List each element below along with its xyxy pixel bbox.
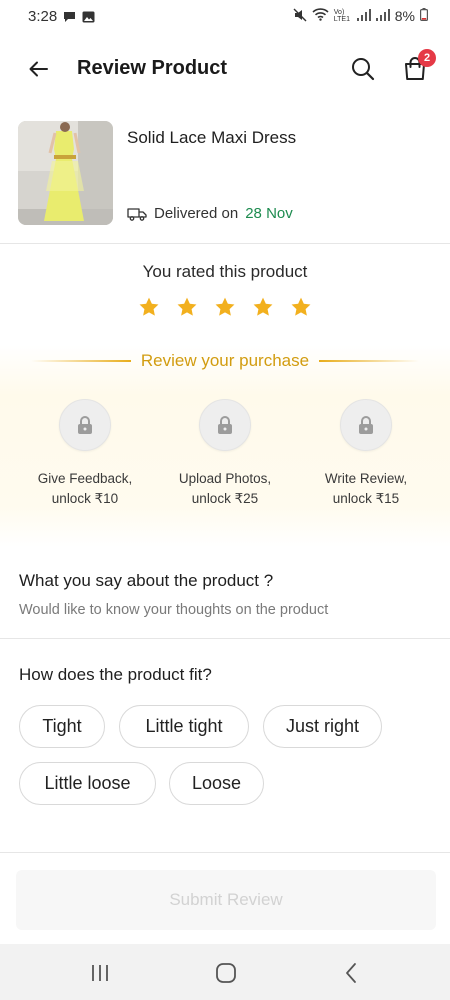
fit-question: How does the product fit?	[19, 665, 212, 684]
fit-option-little-loose[interactable]: Little loose	[19, 762, 156, 805]
star-icon[interactable]	[176, 296, 198, 318]
fit-option-loose[interactable]: Loose	[169, 762, 264, 805]
unlock-feedback-line2: unlock ₹10	[51, 491, 119, 506]
home-button[interactable]	[213, 960, 239, 986]
star-icon[interactable]	[290, 296, 312, 318]
wifi-icon	[312, 8, 329, 24]
unlock-review[interactable]: Write Review, unlock ₹15	[296, 399, 436, 509]
volte-label: Vo) LTE1	[333, 9, 350, 23]
lock-badge	[59, 399, 111, 451]
rating-heading: You rated this product	[142, 262, 308, 281]
unlock-feedback[interactable]: Give Feedback, unlock ₹10	[15, 399, 155, 509]
recent-apps-icon	[92, 965, 108, 981]
lock-badge	[199, 399, 251, 451]
mute-icon	[293, 8, 307, 25]
product-image	[18, 121, 113, 225]
star-icon[interactable]	[214, 296, 236, 318]
review-rewards-header: Review your purchase	[0, 351, 450, 371]
lock-icon	[218, 416, 232, 434]
unlock-photos[interactable]: Upload Photos, unlock ₹25	[155, 399, 295, 509]
unlock-review-line1: Write Review,	[324, 471, 408, 486]
product-name: Solid Lace Maxi Dress	[127, 128, 297, 147]
delivery-truck-icon	[127, 207, 147, 221]
delivered-label: Delivered on	[154, 205, 239, 222]
lock-icon	[78, 416, 92, 434]
image-notification-icon	[82, 10, 95, 23]
divider-line	[319, 360, 420, 362]
recent-apps-button[interactable]	[87, 960, 113, 986]
review-rewards-section: Review your purchase Give Feedback, unlo…	[0, 345, 450, 547]
unlock-feedback-line1: Give Feedback,	[37, 471, 133, 486]
fit-option-little-tight[interactable]: Little tight	[119, 705, 249, 748]
status-time: 3:28	[28, 7, 58, 25]
search-button[interactable]	[350, 56, 376, 82]
search-icon	[352, 58, 375, 81]
unlock-photos-line2: unlock ₹25	[191, 491, 259, 506]
delivery-status: Delivered on 28 Nov	[127, 205, 293, 222]
lock-icon	[359, 416, 373, 434]
app-header: Review Product 2	[0, 44, 450, 94]
home-icon	[216, 963, 236, 983]
star-rating[interactable]	[0, 296, 450, 318]
status-bar: 3:28 Vo) LTE1 8%	[0, 0, 450, 32]
feedback-subtitle: Would like to know your thoughts on the …	[19, 602, 329, 618]
system-back-button[interactable]	[339, 960, 365, 986]
page-title: Review Product	[77, 57, 228, 79]
review-rewards-title: Review your purchase	[140, 351, 310, 370]
product-summary: Solid Lace Maxi Dress Delivered on 28 No…	[0, 118, 450, 244]
star-icon[interactable]	[252, 296, 274, 318]
chat-notification-icon	[63, 10, 76, 22]
divider-line	[30, 360, 131, 362]
fit-option-just-right[interactable]: Just right	[263, 705, 382, 748]
back-button[interactable]	[26, 56, 52, 82]
unlock-photos-line1: Upload Photos,	[178, 471, 272, 486]
arrow-left-icon	[29, 61, 48, 77]
lock-badge	[340, 399, 392, 451]
system-nav-bar	[0, 944, 450, 1000]
signal-strength-icon	[356, 8, 371, 24]
divider	[0, 852, 450, 853]
delivered-date: 28 Nov	[245, 205, 293, 222]
signal-strength-icon-2	[375, 8, 390, 24]
cart-count-badge: 2	[418, 49, 436, 67]
unlock-review-line2: unlock ₹15	[332, 491, 400, 506]
feedback-section[interactable]: What you say about the product ? Would l…	[0, 560, 450, 639]
fit-option-tight[interactable]: Tight	[19, 705, 105, 748]
star-icon[interactable]	[138, 296, 160, 318]
feedback-title: What you say about the product ?	[19, 571, 274, 590]
chevron-left-icon	[346, 963, 356, 983]
submit-review-button[interactable]: Submit Review	[16, 870, 436, 930]
battery-percent: 8%	[394, 8, 415, 24]
battery-icon	[420, 8, 429, 24]
